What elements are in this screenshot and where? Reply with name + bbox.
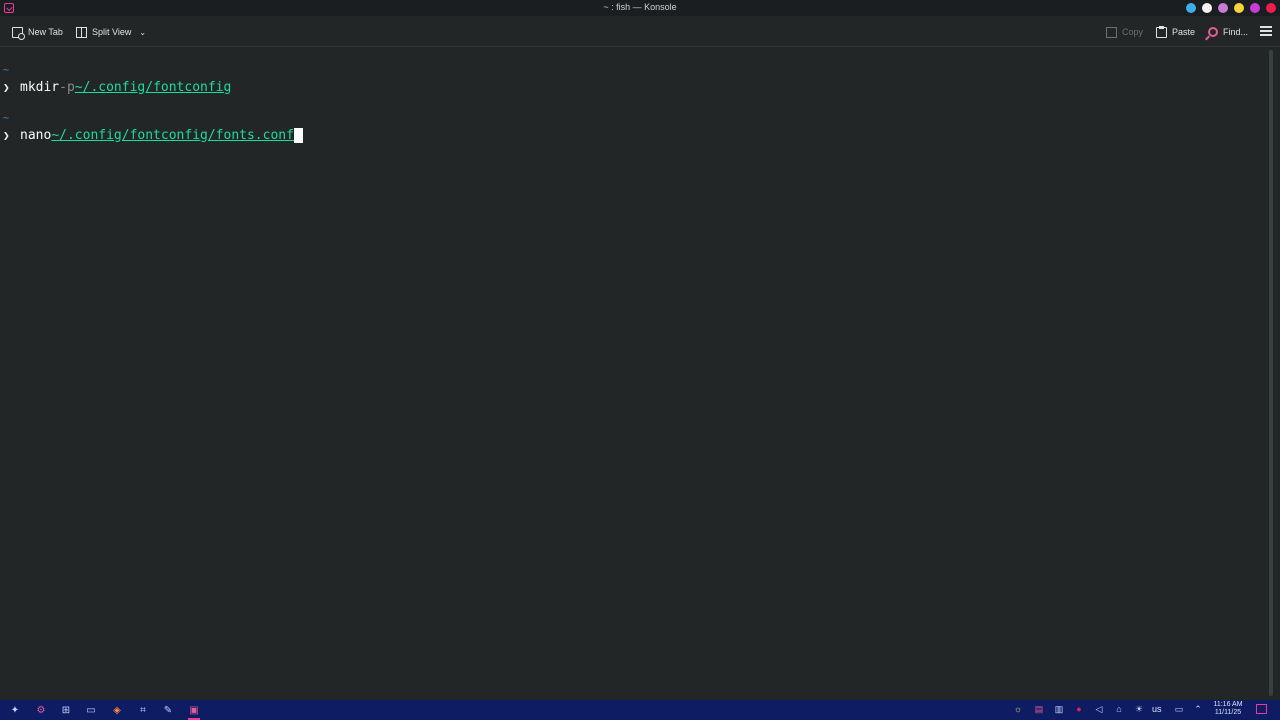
window-title: ~ : fish — Konsole: [603, 2, 677, 12]
network-icon[interactable]: ⌂: [1113, 703, 1125, 715]
maximize-button[interactable]: [1250, 3, 1260, 13]
close-button[interactable]: [1266, 3, 1276, 13]
taskbar: ✦ ⚙ ⊞ ▭ ◈ ⌗ ✎ ▣ ☼ ▤ ▥ ● ◁ ⌂ ☀ us ▭ ⌃ 11:…: [0, 700, 1280, 720]
command-path[interactable]: ~/.config/fontconfig: [75, 80, 232, 95]
prompt-symbol: ❯: [3, 128, 10, 142]
find-button[interactable]: Find...: [1208, 24, 1248, 40]
cwd-marker: ~: [3, 65, 10, 76]
clock-date: 11/11/25: [1214, 709, 1242, 716]
command-path[interactable]: ~/.config/fontconfig/fonts.conf: [51, 128, 294, 143]
volume-icon[interactable]: ◁: [1093, 703, 1105, 715]
paste-label: Paste: [1172, 27, 1196, 37]
show-desktop-icon[interactable]: [1256, 704, 1267, 714]
command-option: -p: [59, 79, 75, 95]
clock-time: 11:16 AM: [1213, 701, 1243, 708]
screen-capture-icon[interactable]: ▤: [1033, 703, 1045, 715]
keep-above-button[interactable]: [1218, 3, 1228, 13]
browser-icon[interactable]: ◈: [110, 703, 124, 717]
clipboard-icon[interactable]: ▥: [1053, 703, 1065, 715]
keyboard-layout-indicator[interactable]: us: [1152, 704, 1162, 714]
chevron-down-icon: ⌄: [139, 27, 147, 37]
split-view-label: Split View: [92, 27, 132, 37]
display-icon[interactable]: ▭: [1173, 703, 1185, 715]
notifications-icon[interactable]: ☼: [1012, 703, 1024, 715]
cwd-marker: ~: [3, 113, 10, 124]
find-label: Find...: [1223, 27, 1249, 37]
new-tab-button[interactable]: New Tab: [12, 24, 63, 40]
terminal-line: ❯ mkdir -p ~/.config/fontconfig: [0, 78, 231, 96]
shade-button[interactable]: [1202, 3, 1212, 13]
new-tab-icon: [12, 26, 25, 40]
system-settings-icon[interactable]: ⚙: [34, 703, 48, 717]
konsole-task-icon[interactable]: ▣: [187, 703, 201, 720]
record-icon[interactable]: ●: [1073, 703, 1085, 715]
copy-icon: [1106, 26, 1117, 38]
search-icon: [1208, 27, 1218, 37]
text-cursor: [293, 127, 303, 143]
terminal-line: ❯ nano ~/.config/fontconfig/fonts.conf: [0, 126, 303, 144]
hamburger-menu-icon[interactable]: [1260, 26, 1272, 36]
copy-label: Copy: [1122, 27, 1144, 37]
file-manager-icon[interactable]: ▭: [84, 703, 98, 717]
paste-icon: [1156, 25, 1167, 38]
new-tab-label: New Tab: [28, 27, 63, 37]
terminal-scrollbar[interactable]: [1268, 48, 1274, 700]
scrollbar-thumb[interactable]: [1269, 50, 1273, 696]
digital-clock[interactable]: 11:16 AM 11/11/25: [1206, 701, 1250, 717]
window-controls: [1186, 3, 1276, 13]
brightness-icon[interactable]: ☀: [1133, 703, 1145, 715]
split-view-icon: [76, 26, 87, 38]
split-view-button[interactable]: Split View ⌄: [76, 24, 146, 40]
help-button[interactable]: [1186, 3, 1196, 13]
command-name: mkdir: [20, 79, 60, 95]
window-titlebar[interactable]: ~ : fish — Konsole: [0, 0, 1280, 16]
paste-button[interactable]: Paste: [1156, 24, 1195, 40]
tray-expand-icon[interactable]: ⌃: [1192, 703, 1204, 715]
konsole-toolbar: New Tab Split View ⌄ Copy Paste Find...: [0, 16, 1280, 47]
text-editor-icon[interactable]: ✎: [161, 703, 175, 717]
app-launcher-icon[interactable]: ✦: [8, 703, 22, 717]
copy-button[interactable]: Copy: [1106, 24, 1143, 40]
terminal-view[interactable]: ~ ❯ mkdir -p ~/.config/fontconfig ~ ❯ nano…: [0, 48, 1266, 700]
command-name: nano: [20, 127, 52, 143]
prompt-symbol: ❯: [3, 80, 10, 94]
discover-store-icon[interactable]: ⊞: [59, 703, 73, 717]
minimize-button[interactable]: [1234, 3, 1244, 13]
screenshot-tool-icon[interactable]: ⌗: [136, 703, 150, 717]
